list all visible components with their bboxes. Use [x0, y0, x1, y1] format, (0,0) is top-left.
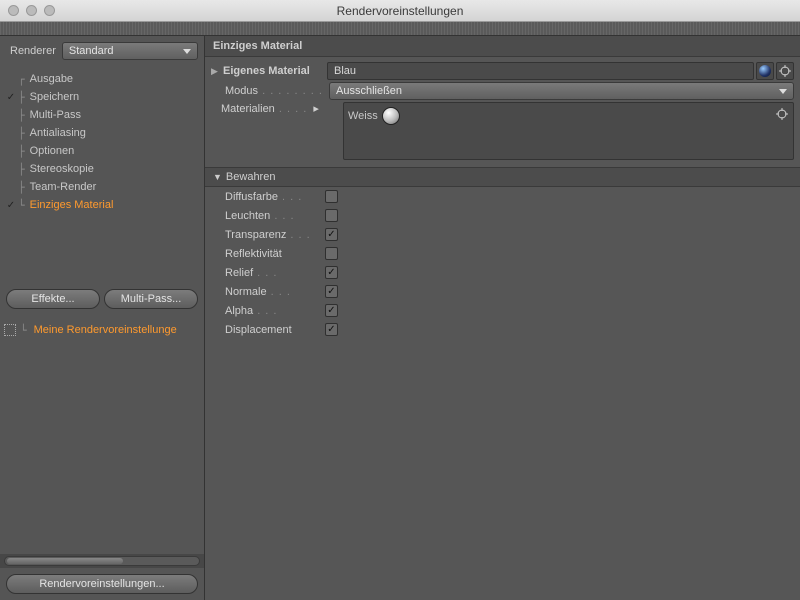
- check-row-displacement: Displacement: [205, 320, 800, 339]
- check-row-alpha: Alpha . . .: [205, 301, 800, 320]
- horizontal-scrollbar[interactable]: [0, 554, 204, 568]
- material-item[interactable]: Weiss: [348, 107, 400, 125]
- checkbox[interactable]: [325, 323, 338, 336]
- selection-icon: [4, 324, 16, 336]
- check-label: Leuchten . . .: [225, 210, 325, 222]
- check-row-relief: Relief . . .: [205, 263, 800, 282]
- toolbar-grip[interactable]: [0, 22, 800, 36]
- close-icon[interactable]: [8, 5, 19, 16]
- disclosure-icon[interactable]: ▶: [211, 66, 221, 77]
- check-label: Displacement: [225, 324, 325, 336]
- check-label: Transparenz . . .: [225, 229, 325, 241]
- material-sphere-icon[interactable]: [756, 62, 774, 80]
- checkbox[interactable]: [325, 247, 338, 260]
- check-row-reflektivität: Reflektivität: [205, 244, 800, 263]
- render-presets-button[interactable]: Rendervoreinstellungen...: [6, 574, 198, 594]
- checkbox[interactable]: [325, 228, 338, 241]
- check-label: Reflektivität: [225, 248, 325, 260]
- tree-item-multipass[interactable]: ├ Multi-Pass: [4, 106, 204, 124]
- tree-item-einziges-material[interactable]: ✓ └ Einziges Material: [4, 196, 204, 214]
- preserve-section-header[interactable]: ▼ Bewahren: [205, 167, 800, 187]
- panel-body: ▶ Eigenes Material Blau Modus . . . . . …: [205, 57, 800, 343]
- checkbox[interactable]: [325, 190, 338, 203]
- own-material-field[interactable]: Blau: [327, 62, 754, 80]
- tree-item-teamrender[interactable]: ├ Team-Render: [4, 178, 204, 196]
- panel-title: Einziges Material: [205, 36, 800, 57]
- link-target-icon[interactable]: [776, 62, 794, 80]
- window-title: Rendervoreinstellungen: [0, 4, 800, 18]
- check-row-transparenz: Transparenz . . .: [205, 225, 800, 244]
- renderer-value: Standard: [69, 45, 114, 57]
- zoom-icon[interactable]: [44, 5, 55, 16]
- mode-dropdown[interactable]: Ausschließen: [329, 82, 794, 100]
- tree-item-speichern[interactable]: ✓ ├ Speichern: [4, 88, 204, 106]
- titlebar[interactable]: Rendervoreinstellungen: [0, 0, 800, 22]
- checkbox[interactable]: [325, 266, 338, 279]
- checkbox[interactable]: [325, 285, 338, 298]
- materials-drop-area[interactable]: Weiss: [343, 102, 794, 160]
- tree-checkbox[interactable]: ✓: [4, 92, 18, 103]
- disclosure-down-icon[interactable]: ▼: [213, 172, 222, 182]
- window-body: Renderer Standard ┌ Ausgabe ✓ ├ Speicher…: [0, 36, 800, 600]
- sidebar-button-row: Effekte... Multi-Pass...: [0, 283, 204, 315]
- tree-item-antialiasing[interactable]: ├ Antialiasing: [4, 124, 204, 142]
- material-ball-icon: [382, 107, 400, 125]
- presets-list: └ Meine Rendervoreinstellunge: [0, 315, 204, 345]
- link-target-icon[interactable]: [773, 105, 791, 123]
- chevron-down-icon: [779, 89, 787, 94]
- preserve-checks: Diffusfarbe . . . Leuchten . . . Transpare…: [205, 187, 800, 339]
- checkbox[interactable]: [325, 304, 338, 317]
- checkbox[interactable]: [325, 209, 338, 222]
- tree-item-stereoskopie[interactable]: ├ Stereoskopie: [4, 160, 204, 178]
- renderer-row: Renderer Standard: [0, 36, 204, 66]
- tree-checkbox[interactable]: ✓: [4, 200, 18, 211]
- check-row-diffusfarbe: Diffusfarbe . . .: [205, 187, 800, 206]
- mode-row: Modus . . . . . . . . Ausschließen: [205, 81, 800, 101]
- check-row-normale: Normale . . .: [205, 282, 800, 301]
- check-label: Normale . . .: [225, 286, 325, 298]
- own-material-row: ▶ Eigenes Material Blau: [205, 61, 800, 81]
- renderer-dropdown[interactable]: Standard: [62, 42, 198, 60]
- sidebar: Renderer Standard ┌ Ausgabe ✓ ├ Speicher…: [0, 36, 205, 600]
- tree-item-optionen[interactable]: ├ Optionen: [4, 142, 204, 160]
- render-settings-window: Rendervoreinstellungen Renderer Standard…: [0, 0, 800, 600]
- renderer-label: Renderer: [10, 45, 56, 57]
- check-row-leuchten: Leuchten . . .: [205, 206, 800, 225]
- settings-panel: Einziges Material ▶ Eigenes Material Bla…: [205, 36, 800, 600]
- minimize-icon[interactable]: [26, 5, 37, 16]
- render-options-tree: ┌ Ausgabe ✓ ├ Speichern ├ Multi-Pass ├ A…: [0, 66, 204, 283]
- check-label: Relief . . .: [225, 267, 325, 279]
- check-label: Diffusfarbe . . .: [225, 191, 325, 203]
- tree-item-ausgabe[interactable]: ┌ Ausgabe: [4, 70, 204, 88]
- effects-button[interactable]: Effekte...: [6, 289, 100, 309]
- chevron-down-icon: [183, 49, 191, 54]
- window-controls: [0, 5, 55, 16]
- multipass-button[interactable]: Multi-Pass...: [104, 289, 198, 309]
- preset-item[interactable]: └ Meine Rendervoreinstellunge: [4, 321, 200, 339]
- materials-row: ▶ Materialien . . . . ▸ Weiss: [205, 101, 800, 161]
- check-label: Alpha . . .: [225, 305, 325, 317]
